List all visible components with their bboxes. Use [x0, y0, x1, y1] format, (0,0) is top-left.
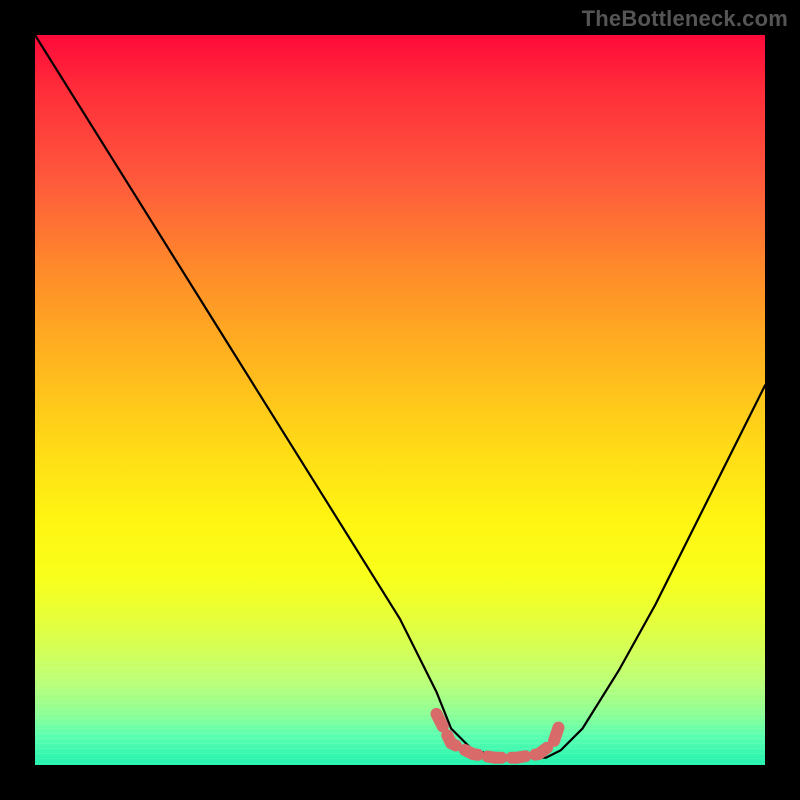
gradient-stripes — [35, 663, 765, 765]
chart-frame: TheBottleneck.com — [0, 0, 800, 800]
plot-area — [35, 35, 765, 765]
bottleneck-curve — [35, 35, 765, 758]
watermark-text: TheBottleneck.com — [582, 6, 788, 32]
curve-svg — [35, 35, 765, 765]
